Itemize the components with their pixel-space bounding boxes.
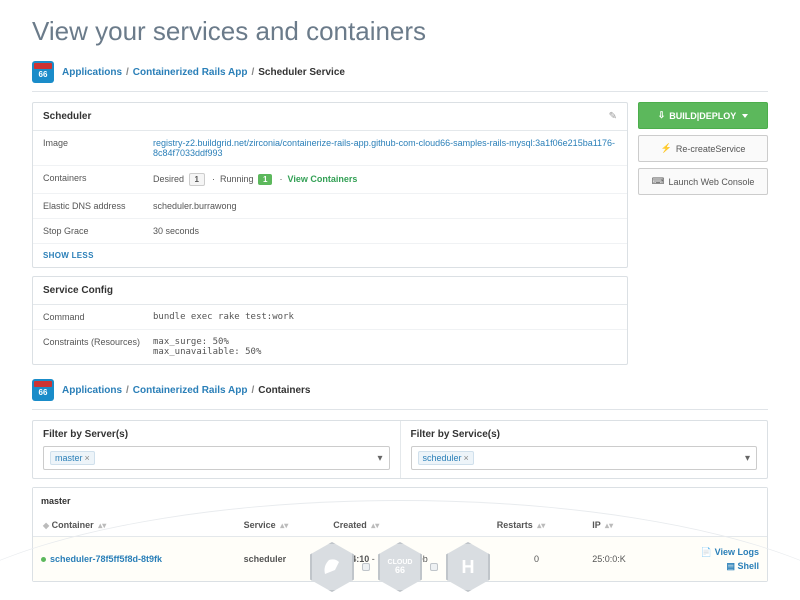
download-icon: ⇩ xyxy=(658,110,666,121)
scheduler-title: Scheduler xyxy=(43,111,91,122)
breadcrumb-stack[interactable]: Containerized Rails App xyxy=(133,67,248,78)
col-created[interactable]: Created ▴▾ xyxy=(325,514,488,537)
stop-grace-value: 30 seconds xyxy=(153,226,617,236)
cloud66-logo-icon: 66 xyxy=(32,61,54,83)
ruby-hex-icon xyxy=(310,542,354,592)
desired-count-pill: 1 xyxy=(189,173,205,186)
breadcrumb-stack[interactable]: Containerized Rails App xyxy=(133,385,248,396)
filter-service-tag[interactable]: scheduler× xyxy=(418,451,474,465)
dns-label: Elastic DNS address xyxy=(43,201,153,211)
breadcrumb-current: Containers xyxy=(258,385,310,396)
col-restarts[interactable]: Restarts ▴▾ xyxy=(489,514,584,537)
show-less-toggle[interactable]: SHOW LESS xyxy=(33,244,627,267)
scheduler-panel: Scheduler ✎ Image registry-z2.buildgrid.… xyxy=(32,102,628,268)
hex-logo-strip: CLOUD66 H xyxy=(310,542,490,592)
running-count-pill: 1 xyxy=(258,174,272,185)
view-containers-link[interactable]: View Containers xyxy=(287,174,357,184)
col-ip[interactable]: IP ▴▾ xyxy=(584,514,657,537)
status-dot-icon xyxy=(41,557,46,562)
command-label: Command xyxy=(43,312,153,322)
breadcrumb-current: Scheduler Service xyxy=(258,67,345,78)
cloud66-hex-icon: CLOUD66 xyxy=(378,542,422,592)
table-group-title: master xyxy=(33,488,767,514)
restarts-cell: 0 xyxy=(489,537,584,582)
bolt-icon: ⚡ xyxy=(661,143,672,154)
page-title: View your services and containers xyxy=(32,16,768,47)
launch-web-console-button[interactable]: ⌨ Launch Web Console xyxy=(638,168,768,195)
table-header-row: ◆ Container ▴▾ Service ▴▾ Created ▴▾ Res… xyxy=(33,514,767,537)
image-label: Image xyxy=(43,138,153,158)
filter-server-select[interactable]: master× ▾ xyxy=(43,446,390,470)
constraints-value: max_surge: 50% max_unavailable: 50% xyxy=(153,337,617,357)
filter-server-tag[interactable]: master× xyxy=(50,451,95,465)
containers-label: Containers xyxy=(43,173,153,186)
container-link[interactable]: scheduler-78f5ff5f8d-8t9fk xyxy=(50,554,162,564)
filter-service-select[interactable]: scheduler× ▾ xyxy=(411,446,758,470)
edit-icon[interactable]: ✎ xyxy=(609,111,617,122)
keyboard-icon: ⌨ xyxy=(652,176,665,187)
build-deploy-button[interactable]: ⇩ BUILD|DEPLOY xyxy=(638,102,768,129)
col-container[interactable]: ◆ Container ▴▾ xyxy=(33,514,236,537)
chevron-down-icon: ▾ xyxy=(377,453,382,464)
image-link[interactable]: registry-z2.buildgrid.net/zirconia/conta… xyxy=(153,138,615,158)
stop-grace-label: Stop Grace xyxy=(43,226,153,236)
filters-panel: Filter by Server(s) master× ▾ Filter by … xyxy=(32,420,768,479)
shell-link[interactable]: ▤ Shell xyxy=(665,559,759,573)
breadcrumb-applications[interactable]: Applications xyxy=(62,385,122,396)
constraints-label: Constraints (Resources) xyxy=(43,337,153,357)
cloud66-logo-icon: 66 xyxy=(32,379,54,401)
remove-tag-icon[interactable]: × xyxy=(464,453,469,463)
recreate-service-button[interactable]: ⚡ Re-createService xyxy=(638,135,768,162)
breadcrumb-applications[interactable]: Applications xyxy=(62,67,122,78)
service-config-panel: Service Config Command bundle exec rake … xyxy=(32,276,628,365)
filter-server-label: Filter by Server(s) xyxy=(43,429,390,440)
breadcrumb: 66 Applications / Containerized Rails Ap… xyxy=(32,61,768,83)
filter-service-label: Filter by Service(s) xyxy=(411,429,758,440)
view-logs-link[interactable]: 📄 View Logs xyxy=(665,545,759,559)
chevron-down-icon xyxy=(742,114,748,118)
h-hex-icon: H xyxy=(446,542,490,592)
chevron-down-icon: ▾ xyxy=(745,453,750,464)
ip-cell: 25:0:0:K xyxy=(584,537,657,582)
col-service[interactable]: Service ▴▾ xyxy=(236,514,326,537)
dns-value: scheduler.burrawong xyxy=(153,201,617,211)
command-value: bundle exec rake test:work xyxy=(153,312,617,322)
remove-tag-icon[interactable]: × xyxy=(85,453,90,463)
service-config-title: Service Config xyxy=(43,285,113,296)
breadcrumb-2: 66 Applications / Containerized Rails Ap… xyxy=(32,379,768,401)
